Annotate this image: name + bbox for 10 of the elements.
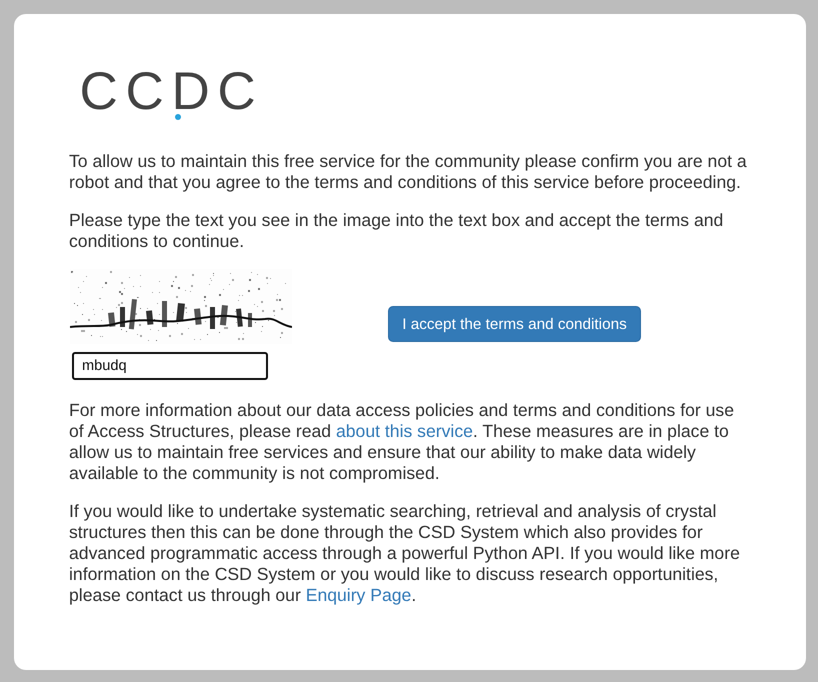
logo-text: CCDC <box>80 71 264 114</box>
intro-paragraph: Please type the text you see in the image into the text box and accept the terms and conditions to continue. <box>69 210 724 252</box>
dot-icon <box>175 114 181 120</box>
text-link[interactable]: about this service <box>336 421 473 442</box>
intro-paragraph: To allow us to maintain this free service for the community please confirm you are not a robot and that you agree to the terms and conditions of this service before proceeding. <box>69 150 747 193</box>
accept-button[interactable]: I accept the terms and conditions <box>388 306 641 342</box>
info-paragraph: For more information about our data access policies and terms and conditions for use of Access Structures, please read about this service. These measures are in place to allow us to maintain free services and ensure that our ability to make data widely available to the community is not compromised. <box>69 400 735 484</box>
info-paragraph: If you would like to undertake systematic searching, retrieval and analysis of crystal structures then this can be done through the CSD System which also provides for advanced programmatic access through a powerful Python API. If you would like more information on the CSD System or you would like to discuss research opportunities, please contact us through our Enquiry Page. <box>69 501 741 606</box>
text-link[interactable]: Enquiry Page <box>306 585 412 606</box>
captcha-input[interactable]: mbudq <box>72 352 268 380</box>
